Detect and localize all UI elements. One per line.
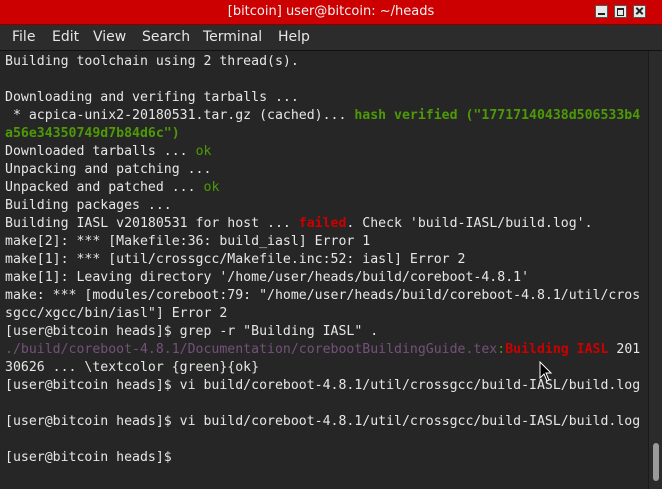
terminal-line: Unpacked and patched ... ok	[5, 179, 648, 197]
line-text: * acpica-unix2-20180531.tar.gz (cached).…	[5, 108, 355, 123]
terminal-line: Building IASL v20180531 for host ... fai…	[5, 215, 648, 233]
mouse-pointer-icon	[539, 361, 553, 382]
minimize-icon	[596, 6, 607, 17]
grep-match-path: ./build/coreboot-4.8.1/Documentation/cor…	[5, 342, 498, 357]
hash-verified-text: hash verified ("17717140438d506533b4	[354, 108, 641, 123]
terminal-line: Downloading and verifing tarballs ...	[5, 90, 299, 105]
terminal-line: Building packages ...	[5, 198, 172, 213]
terminal-line: ./build/coreboot-4.8.1/Documentation/cor…	[5, 341, 648, 359]
vertical-scrollbar[interactable]	[648, 51, 662, 489]
terminal-prompt[interactable]: [user@bitcoin heads]$	[5, 449, 648, 467]
menu-view[interactable]: View	[93, 25, 126, 50]
terminal-output[interactable]: Building toolchain using 2 thread(s). Do…	[0, 51, 648, 489]
terminal-line: sgcc/xgcc/bin/iasl"] Error 2	[5, 306, 228, 321]
window-title: [bitcoin] user@bitcoin: ~/heads	[227, 4, 435, 19]
terminal-line: Downloaded tarballs ... ok	[5, 143, 648, 161]
menu-bar: File Edit View Search Terminal Help	[0, 25, 662, 51]
menu-terminal[interactable]: Terminal	[203, 25, 262, 50]
title-bar[interactable]: [bitcoin] user@bitcoin: ~/heads minimize…	[0, 0, 662, 25]
grep-match-text: Building IASL	[505, 342, 609, 357]
terminal-line: Unpacking and patching ...	[5, 162, 212, 177]
line-text: . Check 'build-IASL/build.log'.	[346, 216, 593, 231]
terminal-window: [bitcoin] user@bitcoin: ~/heads minimize…	[0, 0, 662, 489]
menu-search[interactable]: Search	[142, 25, 190, 50]
ok-status: ok	[195, 144, 212, 159]
terminal-line: a56e34350749d7b84d6c")	[5, 126, 180, 141]
ok-status: ok	[203, 180, 220, 195]
menu-edit[interactable]: Edit	[52, 25, 79, 50]
failed-status: failed	[298, 216, 347, 231]
close-button[interactable]: close	[633, 5, 646, 18]
terminal-line: make: *** [modules/coreboot:79: "/home/u…	[5, 288, 641, 303]
terminal-line: Building toolchain using 2 thread(s).	[5, 54, 299, 69]
line-text: Building IASL v20180531 for host ...	[5, 216, 299, 231]
terminal-line: [user@bitcoin heads]$ grep -r "Building …	[5, 324, 379, 339]
line-text: 201	[608, 342, 641, 357]
terminal-line: make[1]: *** [util/crossgcc/Makefile.inc…	[5, 252, 466, 267]
scrollbar-thumb[interactable]	[653, 443, 659, 481]
line-text: Downloaded tarballs ...	[5, 144, 196, 159]
terminal-line: make[1]: Leaving directory '/home/user/h…	[5, 270, 530, 285]
close-icon	[634, 6, 645, 17]
menu-help[interactable]: Help	[278, 25, 310, 50]
menu-file[interactable]: File	[12, 25, 35, 50]
terminal-line: * acpica-unix2-20180531.tar.gz (cached).…	[5, 107, 648, 125]
maximize-icon	[615, 6, 626, 17]
terminal-line: [user@bitcoin heads]$ vi build/coreboot-…	[5, 414, 641, 429]
line-text: Unpacked and patched ...	[5, 180, 204, 195]
minimize-button[interactable]: minimize	[595, 5, 608, 18]
maximize-button[interactable]: maximize	[614, 5, 627, 18]
terminal-line: make[2]: *** [Makefile:36: build_iasl] E…	[5, 234, 371, 249]
